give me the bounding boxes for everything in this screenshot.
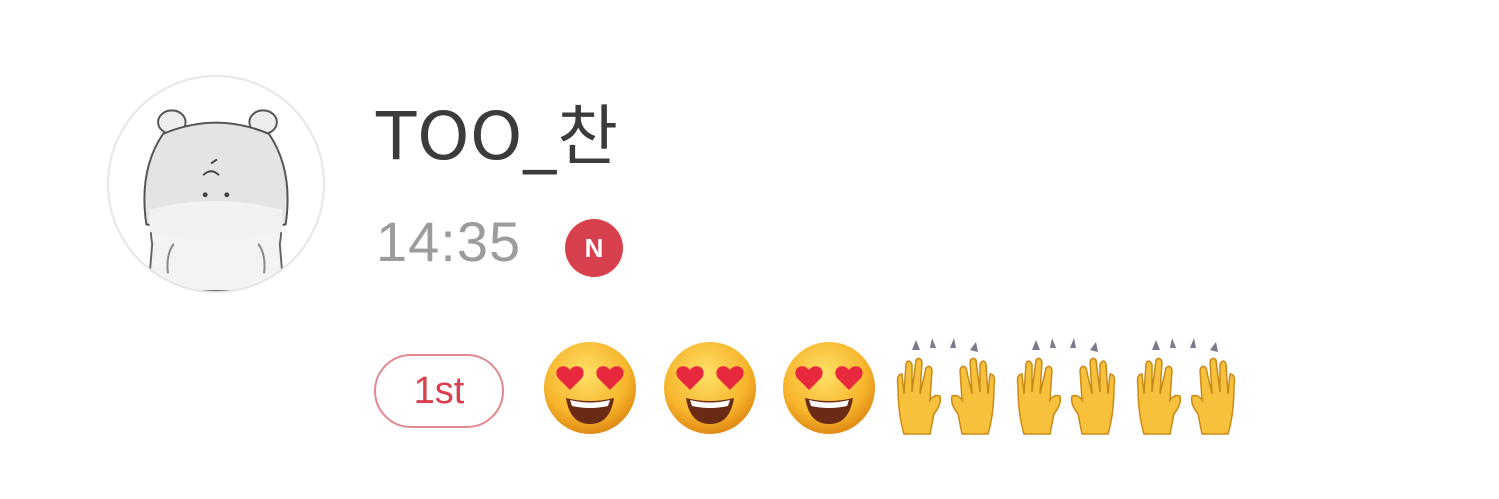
heart-eyes-emoji-icon: [662, 340, 758, 436]
new-badge: N: [565, 219, 623, 277]
post-time: 14:35: [376, 210, 522, 273]
heart-eyes-emoji-icon: [542, 340, 638, 436]
heart-eyes-emoji-icon: [781, 340, 877, 436]
username[interactable]: TOO_찬: [376, 104, 619, 170]
hamster-avatar-icon: [109, 77, 323, 291]
rank-badge: 1st: [374, 354, 504, 428]
raising-hands-emoji-icon: [1130, 334, 1242, 438]
raising-hands-emoji-icon: [890, 334, 1002, 438]
raising-hands-emoji-icon: [1010, 334, 1122, 438]
avatar[interactable]: [107, 75, 325, 293]
